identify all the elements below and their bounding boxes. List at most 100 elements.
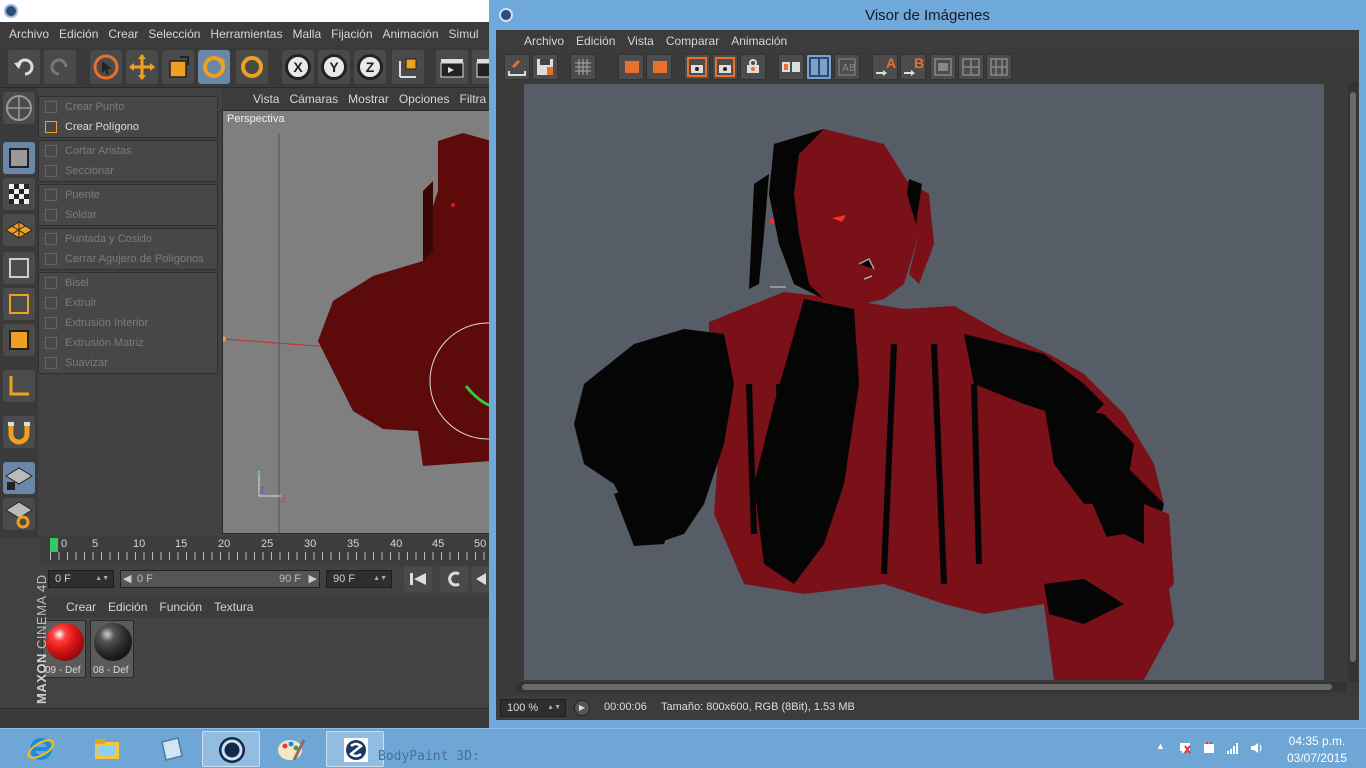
cmd-puntada-cosido[interactable]: Puntada y Cosido — [39, 229, 217, 249]
perspective-viewport[interactable]: Perspectiva Y X Z — [222, 110, 490, 534]
vp-menu-vista[interactable]: Vista — [248, 92, 284, 106]
cmd-crear-poligono[interactable]: Crear Polígono — [39, 117, 217, 137]
menu-crear[interactable]: Crear — [103, 27, 143, 41]
hscroll-thumb[interactable] — [522, 684, 1332, 690]
material-swatch[interactable]: 08 - Def — [90, 620, 134, 678]
play-backward-button[interactable] — [472, 566, 490, 592]
viewer-menu-vista[interactable]: Vista — [621, 34, 659, 48]
split-view-button[interactable] — [806, 54, 832, 80]
menu-seleccion[interactable]: Selección — [143, 27, 205, 41]
play-button[interactable]: ▶ — [574, 700, 590, 716]
rotate-tool-button[interactable] — [198, 50, 230, 84]
taskbar-file-explorer[interactable] — [78, 731, 136, 767]
redo-button[interactable] — [44, 50, 76, 84]
cmd-soldar[interactable]: Soldar — [39, 205, 217, 225]
current-frame-field[interactable]: 0 F ▲▼ — [48, 570, 114, 588]
mat-menu-funcion[interactable]: Función — [153, 600, 208, 614]
viewer-menu-archivo[interactable]: Archivo — [518, 34, 570, 48]
viewer-vertical-scrollbar[interactable] — [1348, 82, 1358, 682]
clock-date[interactable]: 03/07/2015 — [1282, 751, 1352, 765]
planar-workplane-button[interactable] — [3, 498, 35, 530]
render-active-button[interactable] — [646, 54, 672, 80]
timeline-playhead[interactable] — [50, 538, 58, 552]
render-region-button[interactable] — [618, 54, 644, 80]
volume-icon[interactable] — [1250, 741, 1264, 755]
taskbar-notepad[interactable] — [142, 731, 200, 767]
cmd-cerrar-agujero[interactable]: Cerrar Agujero de Polígonos — [39, 249, 217, 269]
clock-time[interactable]: 04:35 p.m. — [1282, 734, 1352, 748]
move-tool-button[interactable] — [126, 50, 158, 84]
go-to-start-button[interactable] — [404, 566, 432, 592]
action-center-icon[interactable] — [1178, 741, 1192, 755]
layout-1-button[interactable] — [930, 54, 956, 80]
mat-menu-crear[interactable]: Crear — [60, 600, 102, 614]
edges-mode-button[interactable] — [3, 288, 35, 320]
zoom-field[interactable]: 100 % ▲▼ — [500, 699, 566, 717]
mat-menu-textura[interactable]: Textura — [208, 600, 259, 614]
polygons-mode-button[interactable] — [3, 324, 35, 356]
x-axis-button[interactable]: X — [282, 50, 314, 84]
cmd-seccionar[interactable]: Seccionar — [39, 161, 217, 181]
render-button[interactable] — [472, 50, 490, 84]
preview-range-slider[interactable]: ◀ 0 F 90 F ▶ — [120, 570, 320, 588]
cmd-extrusion-interior[interactable]: Extrusión Interior — [39, 313, 217, 333]
cmd-extruir[interactable]: Extruir — [39, 293, 217, 313]
texture-mode-button[interactable] — [3, 178, 35, 210]
viewer-menu-edicion[interactable]: Edición — [570, 34, 621, 48]
points-mode-button[interactable] — [3, 252, 35, 284]
menu-animacion[interactable]: Animación — [378, 27, 444, 41]
cmd-cortar-aristas[interactable]: Cortar Aristas — [39, 141, 217, 161]
rendered-image[interactable] — [524, 84, 1324, 680]
vp-menu-camaras[interactable]: Cámaras — [284, 92, 343, 106]
layout-2-button[interactable] — [958, 54, 984, 80]
menu-fijacion[interactable]: Fijación — [326, 27, 377, 41]
view-settings-button[interactable] — [570, 54, 596, 80]
viewer-titlebar[interactable]: Visor de Imágenes — [489, 0, 1366, 30]
viewer-menu-comparar[interactable]: Comparar — [660, 34, 725, 48]
undo-button[interactable] — [8, 50, 40, 84]
camera-view-1-button[interactable] — [684, 54, 710, 80]
make-editable-button[interactable] — [3, 92, 35, 124]
menu-malla[interactable]: Malla — [287, 27, 326, 41]
layout-3-button[interactable] — [986, 54, 1012, 80]
camera-view-2-button[interactable] — [712, 54, 738, 80]
c4d-titlebar[interactable] — [0, 0, 490, 22]
camera-view-3-button[interactable] — [740, 54, 766, 80]
vscroll-thumb[interactable] — [1350, 92, 1356, 662]
menu-archivo[interactable]: Archivo — [4, 27, 54, 41]
cmd-extrusion-matriz[interactable]: Extrusión Matriz — [39, 333, 217, 353]
recent-tool-button[interactable] — [236, 50, 268, 84]
set-a-button[interactable]: A — [872, 54, 898, 80]
show-hidden-icons-icon[interactable]: ▲ — [1156, 741, 1170, 755]
open-button[interactable] — [504, 54, 530, 80]
vp-menu-filtrar[interactable]: Filtra — [455, 92, 490, 106]
scale-tool-button[interactable] — [162, 50, 194, 84]
cmd-puente[interactable]: Puente — [39, 185, 217, 205]
cmd-suavizar[interactable]: Suavizar — [39, 353, 217, 373]
taskbar-cinema4d[interactable] — [202, 731, 260, 767]
menu-simulacion[interactable]: Simul — [444, 27, 484, 41]
workplane-button[interactable] — [3, 214, 35, 246]
taskbar-bodypaint[interactable] — [326, 731, 384, 767]
vp-menu-mostrar[interactable]: Mostrar — [343, 92, 394, 106]
compare-ab-button[interactable] — [778, 54, 804, 80]
network-signal-icon[interactable] — [1226, 741, 1240, 755]
y-axis-button[interactable]: Y — [318, 50, 350, 84]
viewer-menu-animacion[interactable]: Animación — [725, 34, 793, 48]
timeline-ruler[interactable]: 0 5 10 15 20 25 30 35 40 45 50 — [40, 536, 490, 566]
save-button[interactable] — [532, 54, 558, 80]
end-frame-field[interactable]: 90 F ▲▼ — [326, 570, 392, 588]
vp-menu-opciones[interactable]: Opciones — [394, 92, 455, 106]
mat-menu-edicion[interactable]: Edición — [102, 600, 153, 614]
z-axis-button[interactable]: Z — [354, 50, 386, 84]
set-b-button[interactable]: B — [900, 54, 926, 80]
menu-herramientas[interactable]: Herramientas — [205, 27, 287, 41]
menu-edicion[interactable]: Edición — [54, 27, 103, 41]
cmd-bisel[interactable]: Bisel — [39, 273, 217, 293]
axis-mode-button[interactable] — [3, 370, 35, 402]
ab-difference-button[interactable]: AB — [834, 54, 860, 80]
model-mode-button[interactable] — [3, 142, 35, 174]
render-view-button[interactable] — [436, 50, 468, 84]
lock-workplane-button[interactable] — [3, 462, 35, 494]
previous-key-button[interactable] — [440, 566, 468, 592]
